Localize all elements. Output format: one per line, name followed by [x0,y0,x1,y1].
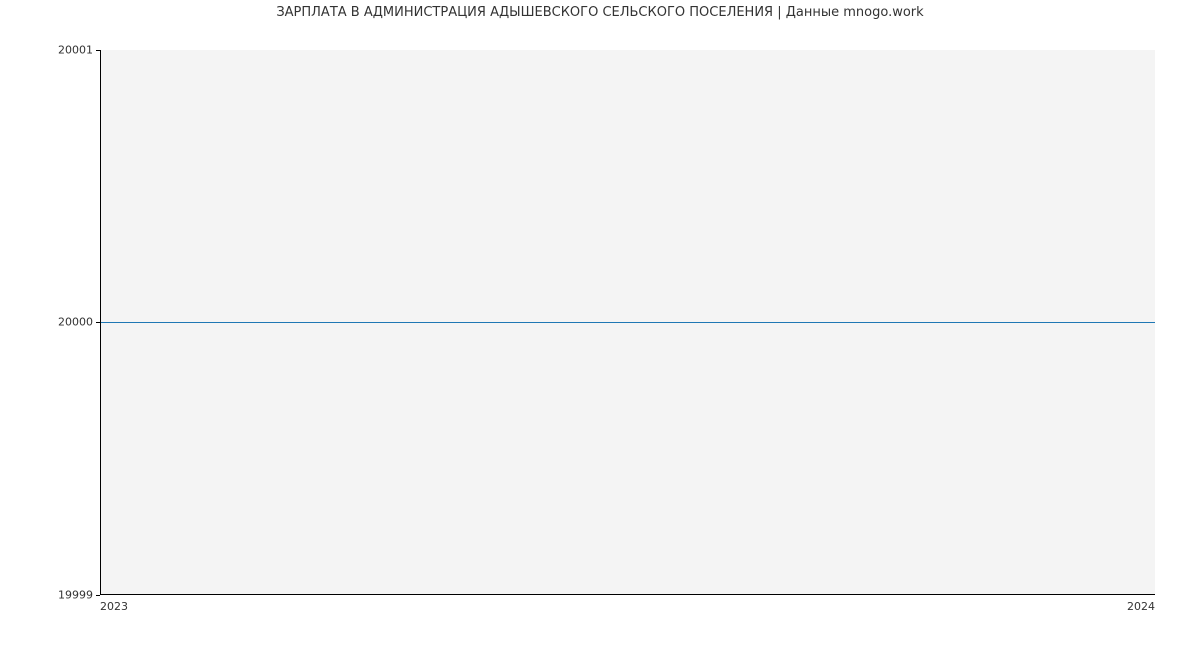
y-tick-mid: 20000 [58,316,93,329]
x-tick-end: 2024 [1127,600,1155,613]
plot-area [100,50,1155,595]
x-tick-start: 2023 [100,600,128,613]
data-line [101,322,1155,323]
y-tick-lower: 19999 [58,589,93,602]
y-tick-mark [96,595,100,596]
y-tick-upper: 20001 [58,44,93,57]
salary-chart: ЗАРПЛАТА В АДМИНИСТРАЦИЯ АДЫШЕВСКОГО СЕЛ… [0,0,1200,650]
chart-title: ЗАРПЛАТА В АДМИНИСТРАЦИЯ АДЫШЕВСКОГО СЕЛ… [0,5,1200,20]
